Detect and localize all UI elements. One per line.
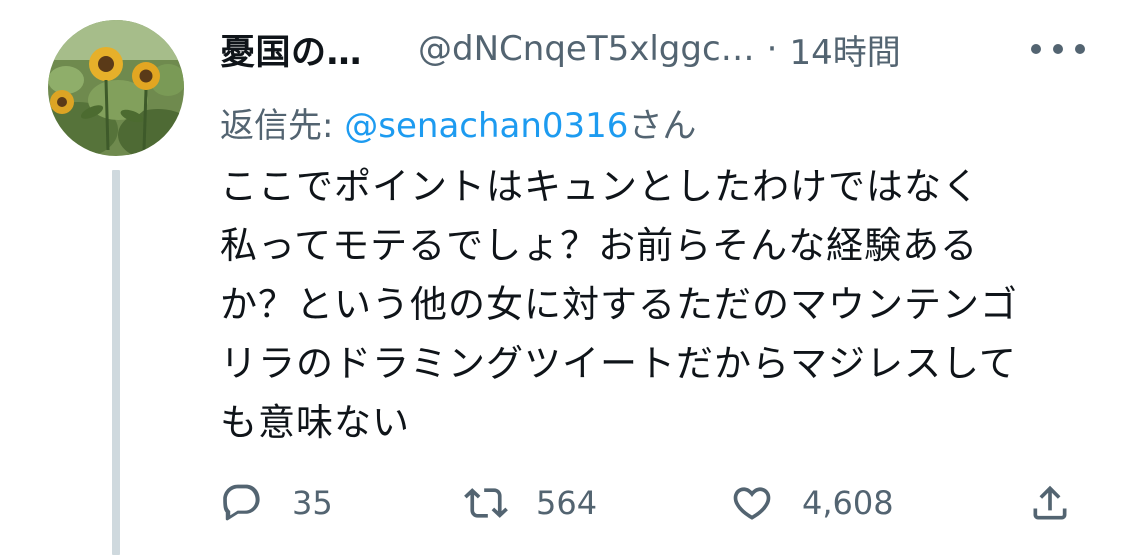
retweet-count: 564 [536, 484, 598, 522]
retweet-button[interactable]: 564 [464, 478, 597, 528]
reply-count: 35 [292, 484, 333, 522]
reply-mention-link[interactable]: @senachan0316 [344, 106, 628, 146]
tweet-text-line: も意味ない [220, 401, 410, 444]
reply-to-line: 返信先: @senachan0316さん [220, 98, 696, 147]
tweet-text-line: リラのドラミングツイートだからマジレスして [220, 342, 1017, 385]
share-button[interactable] [1028, 478, 1072, 528]
reply-icon [223, 484, 260, 521]
display-name[interactable]: 憂国の… [220, 24, 362, 75]
tweet-text: ここでポイントはキュンとしたわけではなく 私ってモテるでしょ？お前らそんな経験あ… [220, 157, 1060, 452]
separator-dot: · [766, 29, 778, 69]
share-icon [1033, 485, 1067, 520]
reply-button[interactable]: 35 [220, 478, 333, 528]
action-bar: 35 564 4,608 [220, 478, 1080, 528]
reply-suffix: さん [628, 106, 697, 146]
sunflower-avatar-image [48, 20, 184, 156]
heart-icon [733, 487, 771, 520]
tweet-text-line: ここでポイントはキュンとしたわけではなく [220, 165, 980, 208]
tweet-header: 憂国の… @dNCnqeT5xlggc… · 14時間 [220, 24, 1085, 74]
like-button[interactable]: 4,608 [730, 478, 894, 528]
timestamp[interactable]: 14時間 [789, 25, 900, 74]
reply-prefix: 返信先: [220, 106, 345, 146]
more-icon[interactable] [1031, 32, 1085, 66]
like-count: 4,608 [802, 484, 894, 522]
retweet-icon [464, 488, 508, 518]
thread-line [112, 170, 120, 555]
tweet-text-line: か？という他の女に対するただのマウンテンゴ [220, 283, 1018, 326]
user-handle[interactable]: @dNCnqeT5xlggc… [418, 29, 755, 69]
tweet-text-line: 私ってモテるでしょ？お前らそんな経験ある [220, 224, 979, 267]
avatar[interactable] [48, 20, 184, 156]
